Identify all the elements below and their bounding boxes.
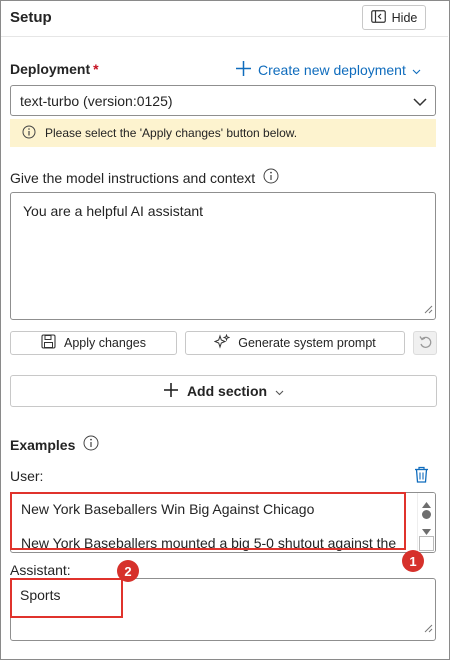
instructions-label: Give the model instructions and context: [10, 168, 279, 187]
apply-notice-text: Please select the 'Apply changes' button…: [45, 126, 298, 140]
assistant-label: Assistant:: [10, 562, 71, 578]
required-mark: *: [93, 61, 99, 77]
deployment-selected-value: text-turbo (version:0125): [20, 92, 173, 109]
generate-system-prompt-label: Generate system prompt: [238, 336, 376, 350]
header-divider: [1, 36, 448, 37]
save-icon: [41, 334, 56, 352]
hide-button[interactable]: Hide: [362, 5, 426, 30]
plus-icon: [163, 382, 179, 401]
create-deployment-label: Create new deployment: [258, 62, 406, 78]
callout-badge-1: 1: [402, 550, 424, 572]
callout-badge-2: 2: [117, 560, 139, 582]
info-icon[interactable]: [263, 168, 279, 187]
sparkle-icon: [213, 333, 231, 352]
info-icon[interactable]: [83, 435, 99, 454]
panel-title: Setup: [10, 9, 52, 26]
user-example-line: New York Baseballers mounted a big 5-0 s…: [21, 535, 397, 551]
generate-system-prompt-button[interactable]: Generate system prompt: [185, 331, 405, 355]
assistant-example-textarea[interactable]: [10, 578, 436, 641]
user-example-textarea[interactable]: New York Baseballers Win Big Against Chi…: [10, 492, 436, 553]
plus-icon: [235, 60, 252, 80]
apply-notice: Please select the 'Apply changes' button…: [10, 119, 436, 147]
resize-grip-icon[interactable]: [423, 301, 433, 317]
resize-grip-icon[interactable]: [419, 536, 434, 551]
deployment-label: Deployment *: [10, 61, 99, 77]
assistant-example-value: Sports: [20, 587, 61, 603]
examples-heading-text: Examples: [10, 436, 76, 453]
scrollbar[interactable]: [417, 493, 435, 552]
scroll-thumb[interactable]: [422, 510, 431, 519]
hide-label: Hide: [391, 10, 418, 25]
resize-grip-icon[interactable]: [423, 620, 433, 638]
info-icon: [22, 125, 36, 142]
apply-changes-label: Apply changes: [63, 336, 146, 350]
add-section-button[interactable]: Add section: [10, 375, 437, 407]
trash-icon[interactable]: [414, 466, 429, 488]
user-label: User:: [10, 468, 44, 484]
chevron-down-icon: [275, 383, 284, 399]
undo-button[interactable]: [413, 331, 437, 355]
apply-changes-button[interactable]: Apply changes: [10, 331, 177, 355]
system-message-value: You are a helpful AI assistant: [23, 203, 204, 219]
create-deployment-link[interactable]: Create new deployment: [235, 60, 421, 80]
undo-icon: [418, 335, 432, 352]
chevron-down-icon: [412, 62, 421, 78]
hide-panel-icon: [370, 9, 386, 26]
deployment-select[interactable]: text-turbo (version:0125): [10, 85, 436, 116]
system-message-textarea[interactable]: You are a helpful AI assistant: [10, 192, 436, 320]
user-example-line: New York Baseballers Win Big Against Chi…: [21, 501, 315, 517]
instructions-label-text: Give the model instructions and context: [10, 169, 256, 186]
chevron-down-icon: [413, 94, 427, 110]
add-section-label: Add section: [186, 383, 268, 399]
deployment-label-text: Deployment: [10, 61, 91, 77]
examples-heading: Examples: [10, 435, 99, 454]
